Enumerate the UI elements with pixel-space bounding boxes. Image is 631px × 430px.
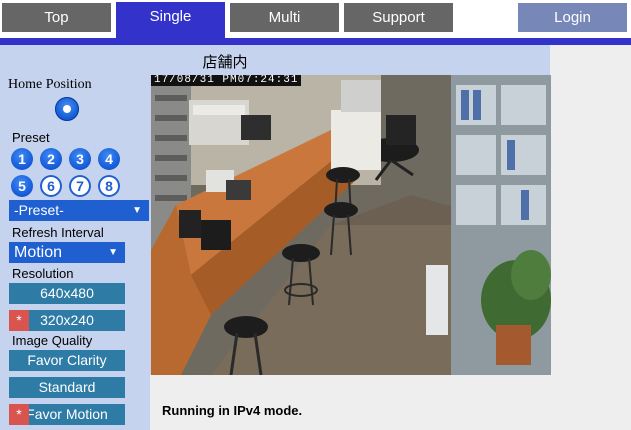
- camera-scene-illustration: [151, 75, 551, 375]
- refresh-select-value: Motion: [14, 244, 63, 261]
- tab-support[interactable]: Support: [344, 3, 453, 32]
- preset-select[interactable]: -Preset- ▼: [9, 200, 149, 221]
- quality-motion-label: Favor Motion: [26, 406, 108, 422]
- preset-label: Preset: [12, 130, 50, 145]
- selected-marker-icon: *: [9, 310, 29, 331]
- home-position-label: Home Position: [8, 77, 92, 92]
- preset-button-6[interactable]: 6: [40, 175, 62, 197]
- resolution-640-label: 640x480: [40, 285, 94, 301]
- preset-button-1[interactable]: 1: [11, 148, 33, 170]
- preset-button-8[interactable]: 8: [98, 175, 120, 197]
- resolution-label: Resolution: [12, 266, 74, 281]
- preset-button-3[interactable]: 3: [69, 148, 91, 170]
- tab-single[interactable]: Single: [116, 2, 225, 38]
- dropdown-arrow-icon: ▼: [132, 205, 142, 216]
- login-button[interactable]: Login: [518, 3, 627, 32]
- resolution-640-button[interactable]: 640x480: [9, 283, 125, 304]
- home-dot-icon: [63, 105, 71, 113]
- nav-underline: [0, 38, 631, 45]
- quality-standard-label: Standard: [38, 379, 96, 395]
- selected-marker-icon: *: [9, 404, 29, 425]
- refresh-interval-select[interactable]: Motion ▼: [9, 242, 125, 263]
- status-text: Running in IPv4 mode.: [162, 403, 303, 418]
- preset-button-7[interactable]: 7: [69, 175, 91, 197]
- preset-button-5[interactable]: 5: [11, 175, 33, 197]
- camera-image: 17/08/31 PM07:24:31: [151, 75, 551, 375]
- resolution-320-label: 320x240: [40, 312, 94, 328]
- camera-timestamp: 17/08/31 PM07:24:31: [151, 75, 302, 86]
- quality-clarity-label: Favor Clarity: [27, 352, 107, 368]
- top-nav: Top Single Multi Support Login: [0, 0, 631, 40]
- image-quality-label: Image Quality: [12, 333, 93, 348]
- quality-motion-button[interactable]: * Favor Motion: [9, 404, 125, 425]
- camera-title: 店舗内: [202, 54, 248, 71]
- quality-clarity-button[interactable]: Favor Clarity: [9, 350, 125, 371]
- preset-select-value: -Preset-: [14, 202, 64, 218]
- refresh-interval-label: Refresh Interval: [12, 225, 104, 240]
- tab-top[interactable]: Top: [2, 3, 111, 32]
- tab-multi[interactable]: Multi: [230, 3, 339, 32]
- preset-grid: 1 2 3 4 5 6 7 8: [9, 146, 125, 198]
- home-position-button[interactable]: [55, 97, 79, 121]
- preset-button-2[interactable]: 2: [40, 148, 62, 170]
- quality-standard-button[interactable]: Standard: [9, 377, 125, 398]
- dropdown-arrow-icon: ▼: [108, 247, 118, 258]
- right-margin: [550, 45, 631, 430]
- resolution-320-button[interactable]: * 320x240: [9, 310, 125, 331]
- preset-button-4[interactable]: 4: [98, 148, 120, 170]
